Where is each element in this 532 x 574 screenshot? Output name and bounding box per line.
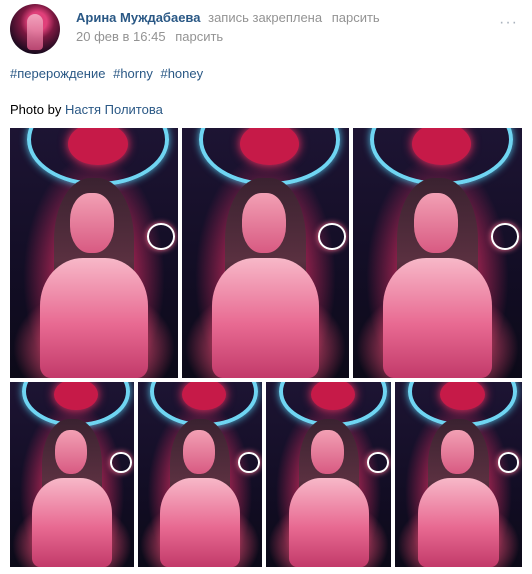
author-line: Арина Муждабаева запись закреплена парси… (76, 10, 380, 25)
post-date[interactable]: 20 фев в 16:45 (76, 29, 166, 44)
date-repost-link[interactable]: парсить (175, 29, 223, 44)
date-line: 20 фев в 16:45 парсить (76, 29, 223, 44)
post-header: Арина Муждабаева запись закреплена парси… (10, 4, 522, 54)
hashtag[interactable]: #honey (160, 66, 203, 81)
credit-link[interactable]: Настя Политова (65, 102, 163, 117)
hashtags: #перерождение #horny #honey (10, 66, 207, 81)
credit-prefix: Photo by (10, 102, 62, 117)
photo-thumbnail[interactable] (182, 128, 349, 378)
photo-credit: Photo by Настя Политова (10, 102, 163, 117)
hashtag[interactable]: #перерождение (10, 66, 105, 81)
post-action-text: запись закреплена (208, 10, 323, 25)
repost-link[interactable]: парсить (332, 10, 380, 25)
photo-thumbnail[interactable] (138, 382, 262, 567)
author-avatar[interactable] (10, 4, 60, 54)
hashtag[interactable]: #horny (113, 66, 153, 81)
photo-thumbnail[interactable] (353, 128, 522, 378)
photo-thumbnail[interactable] (395, 382, 522, 567)
photo-thumbnail[interactable] (10, 128, 178, 378)
more-icon[interactable]: ··· (499, 14, 518, 32)
photo-thumbnail[interactable] (10, 382, 134, 567)
photo-thumbnail[interactable] (266, 382, 391, 567)
author-name[interactable]: Арина Муждабаева (76, 10, 200, 25)
